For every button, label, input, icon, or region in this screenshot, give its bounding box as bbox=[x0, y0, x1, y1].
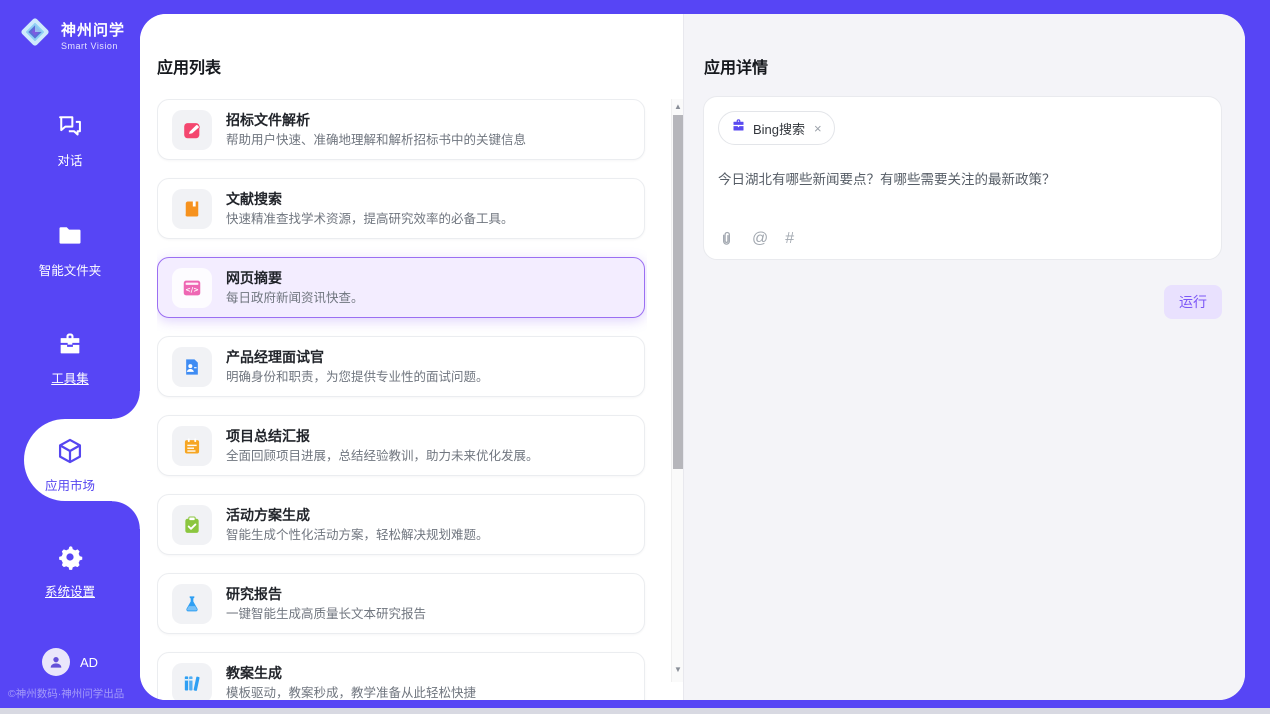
app-name: 产品经理面试官 bbox=[226, 348, 489, 367]
sidebar-item-label: 系统设置 bbox=[0, 581, 140, 600]
app-card-5[interactable]: 项目总结汇报全面回顾项目进展，总结经验教训，助力未来优化发展。 bbox=[157, 415, 645, 476]
clipboard-check-icon bbox=[172, 505, 212, 545]
scrollbar-thumb[interactable] bbox=[673, 115, 683, 469]
app-card-8[interactable]: 教案生成模板驱动，教案秒成，教学准备从此轻松快捷 bbox=[157, 652, 645, 700]
edit-square-icon bbox=[172, 110, 212, 150]
scrollbar[interactable]: ▲ ▼ bbox=[671, 99, 683, 682]
brand-subtitle: Smart Vision bbox=[61, 41, 125, 51]
books-icon bbox=[172, 663, 212, 701]
app-name: 文献搜索 bbox=[226, 190, 514, 209]
app-name: 招标文件解析 bbox=[226, 111, 526, 130]
brand-name: 神州问学 bbox=[61, 19, 125, 40]
attachment-icon[interactable] bbox=[718, 230, 735, 247]
sidebar-item-2[interactable]: 智能文件夹 bbox=[0, 222, 140, 279]
run-button[interactable]: 运行 bbox=[1164, 285, 1222, 319]
window-bottom-edge bbox=[0, 708, 1270, 714]
briefcase-icon bbox=[731, 118, 746, 138]
app-list: 招标文件解析帮助用户快速、准确地理解和解析招标书中的关键信息文献搜索快速精准查找… bbox=[157, 99, 647, 700]
user-initials: AD bbox=[80, 655, 98, 670]
app-desc: 智能生成个性化活动方案，轻松解决规划难题。 bbox=[226, 527, 489, 544]
app-card-4[interactable]: 产品经理面试官明确身份和职责，为您提供专业性的面试问题。 bbox=[157, 336, 645, 397]
scroll-up-icon[interactable]: ▲ bbox=[674, 103, 682, 111]
app-name: 活动方案生成 bbox=[226, 506, 489, 525]
diamond-logo-icon bbox=[16, 13, 54, 56]
app-name: 网页摘要 bbox=[226, 269, 364, 288]
app-detail-panel: 应用详情 Bing搜索 × 今日湖北有哪些新闻要点？有哪些需要关注的最新政策？ … bbox=[683, 14, 1245, 700]
app-desc: 帮助用户快速、准确地理解和解析招标书中的关键信息 bbox=[226, 132, 526, 149]
copyright-footer: ©神州数码·神州问学出品 bbox=[8, 686, 138, 701]
tool-tag-bing[interactable]: Bing搜索 × bbox=[718, 111, 835, 145]
app-desc: 明确身份和职责，为您提供专业性的面试问题。 bbox=[226, 369, 489, 386]
close-icon[interactable]: × bbox=[814, 121, 822, 136]
user-row[interactable]: AD bbox=[0, 648, 140, 676]
app-name: 研究报告 bbox=[226, 585, 426, 604]
app-card-3[interactable]: </> 网页摘要每日政府新闻资讯快查。 bbox=[157, 257, 645, 318]
avatar[interactable] bbox=[42, 648, 70, 676]
sidebar-item-1[interactable]: 对话 bbox=[0, 112, 140, 169]
tool-tag-label: Bing搜索 bbox=[753, 119, 805, 138]
browser-code-icon: </> bbox=[172, 268, 212, 308]
app-desc: 一键智能生成高质量长文本研究报告 bbox=[226, 606, 426, 623]
app-desc: 全面回顾项目进展，总结经验教训，助力未来优化发展。 bbox=[226, 448, 539, 465]
calendar-report-icon bbox=[172, 426, 212, 466]
app-card-1[interactable]: 招标文件解析帮助用户快速、准确地理解和解析招标书中的关键信息 bbox=[157, 99, 645, 160]
app-card-6[interactable]: 活动方案生成智能生成个性化活动方案，轻松解决规划难题。 bbox=[157, 494, 645, 555]
sidebar-item-label: 应用市场 bbox=[0, 475, 140, 494]
sidebar-item-4[interactable]: 应用市场 bbox=[0, 437, 140, 494]
prompt-card: Bing搜索 × 今日湖北有哪些新闻要点？有哪些需要关注的最新政策？ @# bbox=[703, 96, 1222, 260]
scroll-down-icon[interactable]: ▼ bbox=[674, 666, 682, 674]
folder-icon bbox=[56, 222, 84, 250]
content-area: 应用列表 招标文件解析帮助用户快速、准确地理解和解析招标书中的关键信息文献搜索快… bbox=[140, 14, 1245, 700]
interviewer-icon bbox=[172, 347, 212, 387]
app-desc: 模板驱动，教案秒成，教学准备从此轻松快捷 bbox=[226, 685, 476, 701]
toolbox-icon bbox=[56, 330, 84, 358]
prompt-input[interactable]: 今日湖北有哪些新闻要点？有哪些需要关注的最新政策？ bbox=[718, 170, 1207, 230]
mention-icon[interactable]: @ bbox=[752, 231, 768, 247]
hash-icon[interactable]: # bbox=[785, 231, 794, 247]
sidebar-item-label: 智能文件夹 bbox=[0, 260, 140, 279]
app-list-panel: 应用列表 招标文件解析帮助用户快速、准确地理解和解析招标书中的关键信息文献搜索快… bbox=[140, 14, 683, 700]
sidebar-item-5[interactable]: 系统设置 bbox=[0, 543, 140, 600]
sidebar-item-label: 工具集 bbox=[0, 368, 140, 387]
sidebar: 神州问学 Smart Vision 对话智能文件夹工具集应用市场系统设置 AD … bbox=[0, 0, 140, 708]
app-card-2[interactable]: 文献搜索快速精准查找学术资源，提高研究效率的必备工具。 bbox=[157, 178, 645, 239]
app-name: 项目总结汇报 bbox=[226, 427, 539, 446]
cube-icon bbox=[56, 437, 84, 465]
app-card-7[interactable]: 研究报告一键智能生成高质量长文本研究报告 bbox=[157, 573, 645, 634]
prompt-toolbar: @# bbox=[718, 230, 1207, 247]
flask-icon bbox=[172, 584, 212, 624]
app-desc: 每日政府新闻资讯快查。 bbox=[226, 290, 364, 307]
chat-icon bbox=[56, 112, 84, 140]
book-icon bbox=[172, 189, 212, 229]
svg-text:</>: </> bbox=[185, 286, 198, 294]
app-name: 教案生成 bbox=[226, 664, 476, 683]
app-detail-title: 应用详情 bbox=[704, 54, 768, 78]
sidebar-item-label: 对话 bbox=[0, 150, 140, 169]
app-desc: 快速精准查找学术资源，提高研究效率的必备工具。 bbox=[226, 211, 514, 228]
gear-icon bbox=[56, 543, 84, 571]
brand-logo: 神州问学 Smart Vision bbox=[16, 13, 125, 56]
app-list-title: 应用列表 bbox=[157, 54, 221, 78]
sidebar-item-3[interactable]: 工具集 bbox=[0, 330, 140, 387]
